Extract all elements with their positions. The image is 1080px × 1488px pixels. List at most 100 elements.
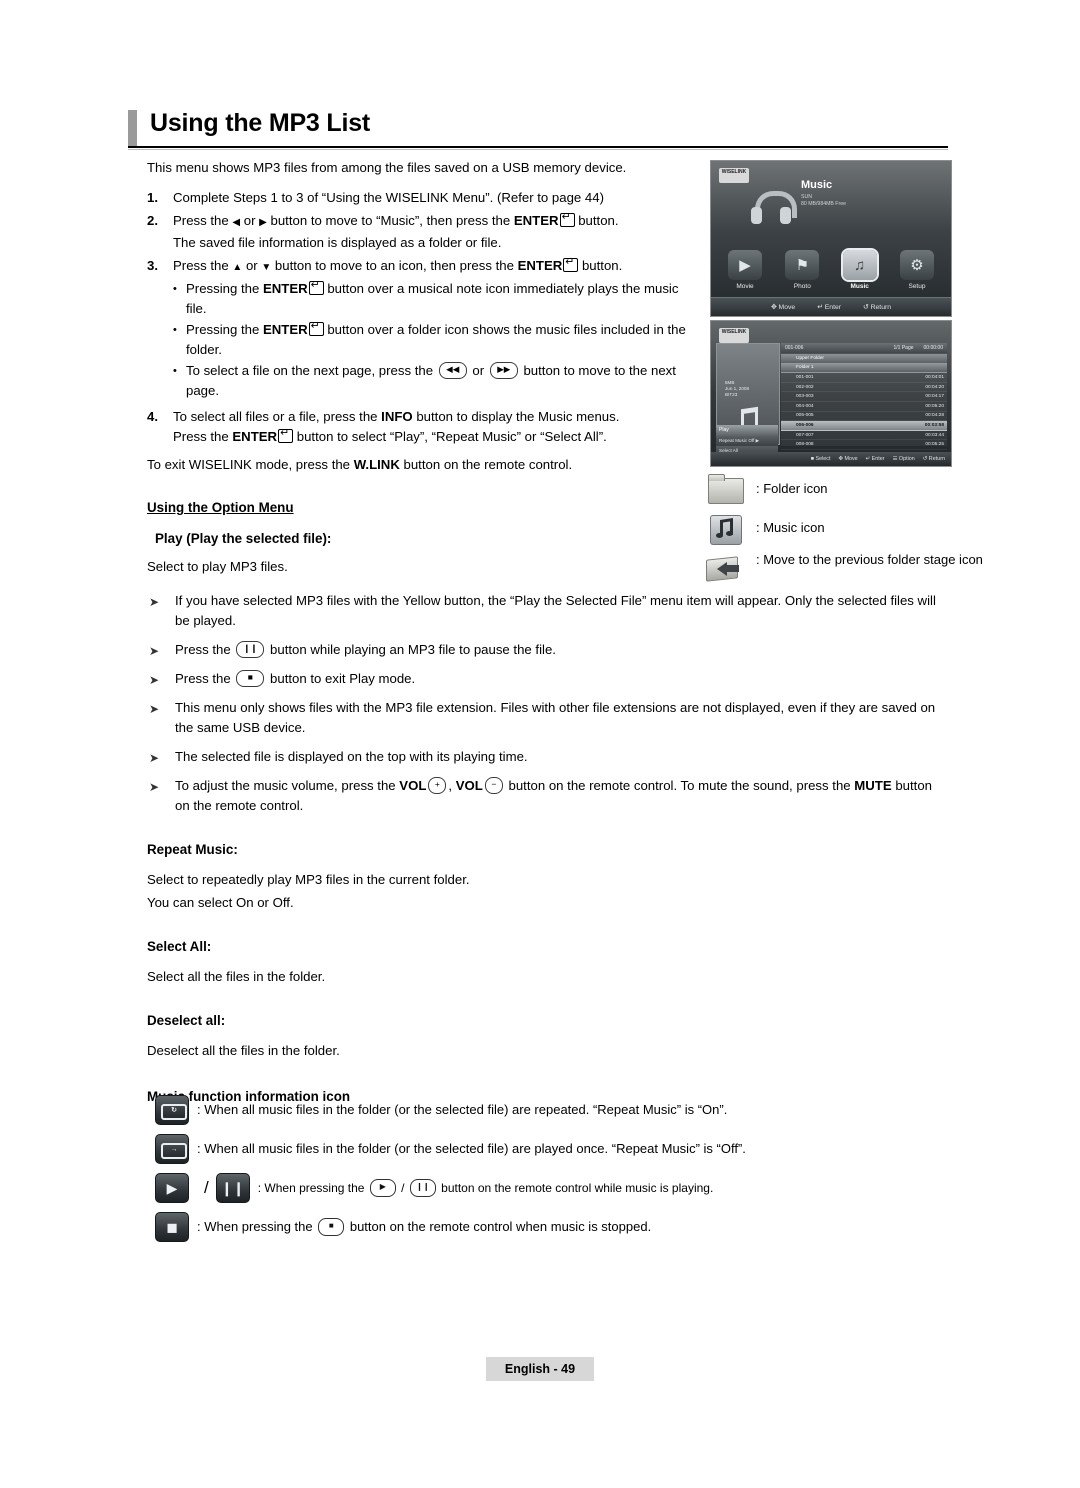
- step-2-text-end: button.: [574, 213, 619, 228]
- play-pause-mid: /: [397, 1181, 408, 1195]
- list-item[interactable]: 007-007 00:03:44: [781, 431, 947, 441]
- list-item[interactable]: 004-004 00:05:20: [781, 402, 947, 412]
- step-2: 2. Press the or button to move to “Music…: [147, 211, 692, 253]
- step-4-line2-pre: Press the: [173, 429, 233, 444]
- arrow-bullet-icon: ➤: [149, 751, 160, 765]
- arrow-bullet-icon: ➤: [149, 644, 160, 658]
- step-3-bullet-3: • To select a file on the next page, pres…: [173, 361, 692, 401]
- option-menu-heading: Using the Option Menu: [147, 500, 294, 515]
- step-3-bullet-2: •Pressing the ENTER button over a folder…: [173, 320, 692, 360]
- list-item[interactable]: 001-001 00:04:01: [781, 373, 947, 383]
- wiselink-logo: WISELINK: [719, 328, 749, 343]
- info-row-repeat-off: → : When all music files in the folder (…: [155, 1134, 1055, 1164]
- list-item[interactable]: 008-008 00:05:25: [781, 440, 947, 450]
- info-row-play-pause: ▶ / ❙❙ : When pressing the ▶ / ❙❙ button…: [155, 1173, 1055, 1203]
- photo-label: Photo: [793, 283, 811, 290]
- option-menu-section: Using the Option Menu Play (Play the sel…: [147, 498, 947, 1107]
- pause-button-icon: ❙❙: [409, 1179, 436, 1197]
- meta-bitrate: BIT23: [725, 392, 738, 397]
- deselect-all-text: Deselect all the files in the folder.: [147, 1043, 340, 1058]
- slash-separator: /: [204, 1178, 209, 1197]
- step-2-line2: The saved file information is displayed …: [173, 235, 502, 250]
- movie-menu-icon: ▶ Movie: [721, 250, 769, 290]
- option-play-item: Play: [716, 425, 778, 436]
- list-item-selected[interactable]: 006-006 00:03:58: [781, 421, 947, 431]
- step-1: 1. Complete Steps 1 to 3 of “Using the W…: [147, 188, 692, 208]
- screenshot2-status-bar: 001-006 00:00:00 1/1 Page: [781, 343, 947, 353]
- repeat-on-icon: ↻: [155, 1095, 189, 1125]
- intro-paragraph: This menu shows MP3 files from among the…: [147, 160, 627, 175]
- down-arrow-icon: [261, 258, 271, 273]
- option-bullet-2: ➤ Press the ❙❙ button while playing an M…: [147, 640, 947, 660]
- option-bullet-6-mid: ,: [448, 778, 456, 793]
- hint-select: ■ Select: [810, 456, 831, 462]
- bullet-1-enter: ENTER: [262, 281, 308, 296]
- rewind-button-icon: ◀◀: [438, 362, 467, 379]
- status-page: 1/1 Page: [893, 345, 914, 351]
- step-4-line2: Press the ENTER button to select “Play”,…: [173, 427, 692, 447]
- file-time: 00:05:25: [925, 442, 944, 448]
- list-item[interactable]: 003-003 00:04:17: [781, 392, 947, 402]
- exit-note-pre: To exit WISELINK mode, press the: [147, 457, 354, 472]
- movie-label: Movie: [736, 283, 754, 290]
- mute-label: MUTE: [854, 778, 892, 793]
- option-bullet-4: ➤ This menu only shows files with the MP…: [147, 698, 947, 738]
- vol-label-2: VOL: [455, 778, 483, 793]
- option-repeat-music-item: Repeat Music Off ▶: [716, 436, 778, 446]
- repeat-off-icon: →: [155, 1134, 189, 1164]
- step-3-enter-label: ENTER: [517, 258, 563, 273]
- option-bullet-2-pre: Press the: [175, 642, 235, 657]
- screenshot2-file-meta: 5MB Jun 1, 2008 BIT23: [725, 380, 749, 398]
- enter-key-icon: [559, 211, 575, 227]
- mp3-file-list: Upper Folder Folder 1 001-001 00:04:01 00…: [781, 354, 947, 450]
- hint-move: ✥ Move: [770, 304, 796, 311]
- enter-key-icon: [308, 279, 324, 295]
- file-name: 001-001: [796, 374, 814, 380]
- screenshot1-icon-row: ▶ Movie ⚑ Photo ♫ Music ⚙ Setup: [721, 250, 941, 290]
- file-name: 004-004: [796, 403, 814, 409]
- arrow-bullet-icon: ➤: [149, 595, 160, 609]
- page-title: Using the MP3 List: [150, 109, 371, 137]
- option-bullet-5: ➤ The selected file is displayed on the …: [147, 747, 947, 767]
- hint-move: ✥ Move: [838, 456, 858, 462]
- info-row-repeat-off-text: : When all music files in the folder (or…: [197, 1141, 746, 1156]
- screenshot1-hint-bar: ✥ Move ↵ Enter ↺ Return: [711, 297, 951, 316]
- hint-enter: ↵ Enter: [865, 456, 885, 462]
- up-arrow-icon: [232, 258, 242, 273]
- screenshot2-hint-bar: ■ Select ✥ Move ↵ Enter ☰ Option ↺ Retur…: [711, 452, 951, 466]
- list-item[interactable]: 005-005 00:04:28: [781, 412, 947, 422]
- enter-key-icon: [563, 256, 579, 272]
- step-1-text: Complete Steps 1 to 3 of “Using the WISE…: [173, 190, 604, 205]
- exit-note-post: button on the remote control.: [399, 457, 573, 472]
- page-footer: English - 49: [486, 1357, 594, 1381]
- file-name: Folder 1: [796, 365, 814, 371]
- arrow-bullet-icon: ➤: [149, 780, 160, 794]
- stop-button-icon: ■: [318, 1218, 345, 1236]
- option-bullet-6-post: button on the remote control. To mute th…: [504, 778, 855, 793]
- repeat-music-text1: Select to repeatedly play MP3 files in t…: [147, 872, 470, 887]
- title-rule: [128, 146, 948, 148]
- exit-wiselink-note: To exit WISELINK mode, press the W.LINK …: [147, 455, 692, 475]
- file-name: 005-005: [796, 413, 814, 419]
- step-3-bullet-1: •Pressing the ENTER button over a musica…: [173, 279, 692, 319]
- file-time: 00:04:20: [925, 384, 944, 390]
- file-time: 00:05:20: [925, 403, 944, 409]
- list-item[interactable]: 002-002 00:04:20: [781, 383, 947, 393]
- play-heading: Play (Play the selected file):: [155, 531, 332, 546]
- file-name: 003-003: [796, 394, 814, 400]
- stop-post: button on the remote control when music …: [346, 1219, 652, 1234]
- play-pause-post: button on the remote control while music…: [437, 1181, 714, 1195]
- step-3-text-post: button to move to an icon, then press th…: [271, 258, 518, 273]
- play-button-icon: ▶: [369, 1179, 396, 1197]
- hint-return: ↺ Return: [863, 304, 892, 311]
- option-bullet-6-pre: To adjust the music volume, press the: [175, 778, 400, 793]
- file-name: 006-006: [796, 422, 814, 428]
- option-bullet-3: ➤ Press the ■ button to exit Play mode.: [147, 669, 947, 689]
- play-description: Select to play MP3 files.: [147, 559, 288, 574]
- title-accent-bar: [128, 110, 137, 146]
- step-4-post: button to display the Music menus.: [412, 409, 620, 424]
- list-item[interactable]: Folder 1: [781, 363, 947, 374]
- vol-label-1: VOL: [399, 778, 427, 793]
- option-bullet-6: ➤ To adjust the music volume, press the …: [147, 776, 947, 816]
- list-item[interactable]: Upper Folder: [781, 354, 947, 364]
